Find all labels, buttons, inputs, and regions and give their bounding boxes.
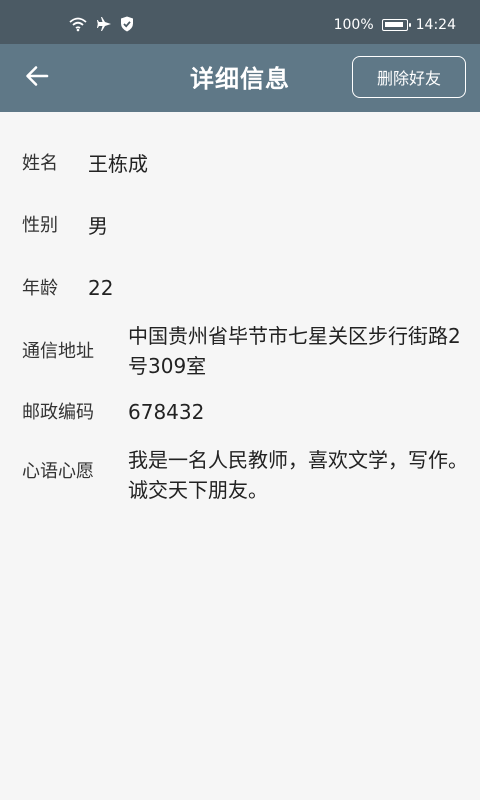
gender-label: 性别 — [22, 215, 58, 236]
name-value: 王栋成 — [88, 152, 148, 176]
status-icons — [68, 16, 134, 32]
wish-label: 心语心愿 — [22, 461, 94, 482]
name-label: 姓名 — [22, 153, 58, 174]
status-right: 100% 14:24 — [334, 16, 456, 34]
age-label: 年龄 — [22, 278, 58, 299]
address-value: 中国贵州省毕节市七星关区步行街路2号309室 — [128, 324, 461, 378]
address-label: 通信地址 — [22, 341, 94, 362]
battery-icon — [381, 19, 411, 31]
airplane-icon — [96, 16, 112, 32]
postal-code-value: 678432 — [128, 400, 205, 424]
battery-percentage: 100% — [333, 17, 374, 33]
app-bar: 详细信息 删除好友 — [0, 44, 480, 112]
clock: 14:24 — [415, 17, 456, 33]
wifi-icon — [68, 16, 88, 32]
status-bar: 100% 14:24 — [0, 0, 480, 44]
delete-friend-button[interactable]: 删除好友 — [352, 56, 466, 98]
shield-check-icon — [120, 16, 134, 32]
age-value: 22 — [88, 276, 114, 300]
wish-value: 我是一名人民教师，喜欢文学，写作。诚交天下朋友。 — [128, 448, 468, 502]
postal-code-label: 邮政编码 — [22, 402, 94, 423]
battery-fill — [384, 22, 403, 27]
gender-value: 男 — [88, 214, 108, 238]
